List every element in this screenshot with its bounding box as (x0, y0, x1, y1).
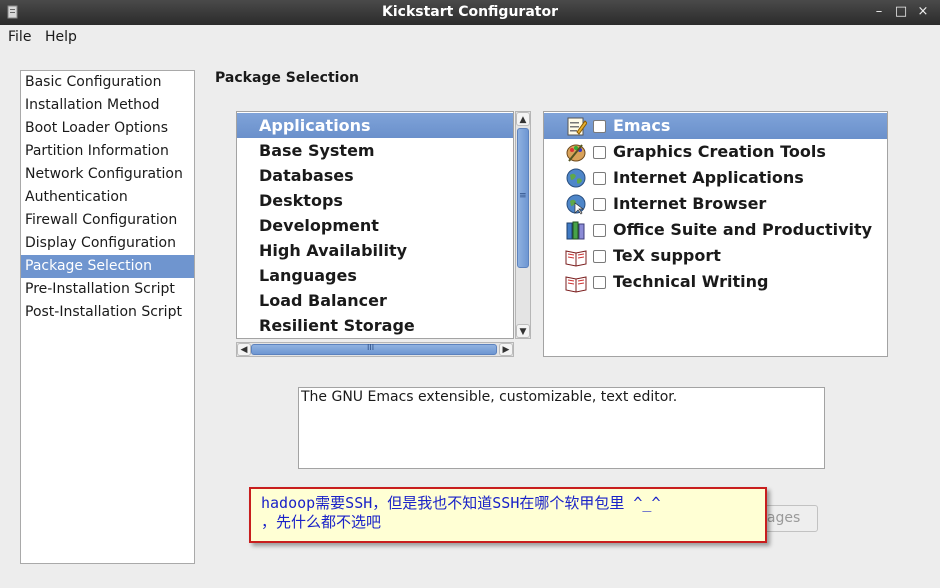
scroll-left-arrow-icon[interactable]: ◀ (237, 343, 251, 356)
minimize-button[interactable]: – (870, 3, 888, 21)
emacs-checkbox[interactable] (593, 120, 606, 133)
package-label: Internet Applications (613, 168, 804, 187)
tex-support-checkbox[interactable] (593, 250, 606, 263)
internet-applications-checkbox[interactable] (593, 172, 606, 185)
package-row-office-suite[interactable]: Office Suite and Productivity (544, 217, 887, 243)
menu-bar: File Help (0, 25, 940, 49)
menu-file[interactable]: File (8, 29, 31, 45)
nav-package-selection[interactable]: Package Selection (21, 255, 194, 278)
annotation-note: hadoop需要SSH，但是我也不知道SSH在哪个软甲包里 ^_^ ，先什么都不… (249, 487, 767, 543)
group-list-horizontal-scrollbar[interactable]: ◀ III ▶ (236, 342, 514, 357)
nav-authentication[interactable]: Authentication (21, 186, 194, 209)
nav-firewall-configuration[interactable]: Firewall Configuration (21, 209, 194, 232)
office-binders-icon (566, 221, 585, 240)
package-label: Emacs (613, 116, 671, 135)
package-row-internet-browser[interactable]: Internet Browser (544, 191, 887, 217)
book-icon (565, 276, 587, 293)
scroll-down-arrow-icon[interactable]: ▼ (516, 324, 530, 338)
nav-installation-method[interactable]: Installation Method (21, 94, 194, 117)
nav-network-configuration[interactable]: Network Configuration (21, 163, 194, 186)
group-resilient-storage[interactable]: Resilient Storage (237, 313, 513, 338)
group-applications[interactable]: Applications (237, 113, 513, 138)
group-databases[interactable]: Databases (237, 163, 513, 188)
menu-help[interactable]: Help (45, 29, 77, 45)
window-title: Kickstart Configurator (382, 4, 558, 20)
horizontal-scroll-thumb[interactable]: III (251, 343, 497, 355)
graphics-creation-tools-checkbox[interactable] (593, 146, 606, 159)
scroll-up-arrow-icon[interactable]: ▲ (516, 112, 530, 126)
nav-partition-information[interactable]: Partition Information (21, 140, 194, 163)
package-row-emacs[interactable]: Emacs (544, 113, 887, 139)
package-label: Graphics Creation Tools (613, 142, 826, 161)
package-label: Technical Writing (613, 272, 769, 291)
maximize-button[interactable]: □ (892, 3, 910, 21)
group-high-availability[interactable]: High Availability (237, 238, 513, 263)
package-list: Emacs Graphics Creation Tools Internet A… (543, 111, 888, 357)
scroll-right-arrow-icon[interactable]: ▶ (499, 343, 513, 356)
package-label: Internet Browser (613, 194, 767, 213)
nav-boot-loader-options[interactable]: Boot Loader Options (21, 117, 194, 140)
group-desktops[interactable]: Desktops (237, 188, 513, 213)
scroll-grip-icon: ≡ (519, 191, 527, 201)
technical-writing-checkbox[interactable] (593, 276, 606, 289)
book-icon (565, 250, 587, 267)
package-row-internet-applications[interactable]: Internet Applications (544, 165, 887, 191)
group-languages[interactable]: Languages (237, 263, 513, 288)
close-button[interactable]: × (914, 3, 932, 21)
vertical-scroll-thumb[interactable]: ≡ (517, 128, 529, 268)
package-row-technical-writing[interactable]: Technical Writing (544, 269, 887, 295)
internet-browser-checkbox[interactable] (593, 198, 606, 211)
package-description: The GNU Emacs extensible, customizable, … (298, 387, 825, 469)
globe-browser-icon (566, 194, 586, 215)
group-load-balancer[interactable]: Load Balancer (237, 288, 513, 313)
office-suite-checkbox[interactable] (593, 224, 606, 237)
group-list-vertical-scrollbar[interactable]: ▲ ≡ ▼ (515, 111, 531, 339)
group-base-system[interactable]: Base System (237, 138, 513, 163)
sidebar-nav: Basic Configuration Installation Method … (20, 70, 195, 564)
nav-basic-configuration[interactable]: Basic Configuration (21, 71, 194, 94)
package-row-tex-support[interactable]: TeX support (544, 243, 887, 269)
package-group-list: Applications Base System Databases Deskt… (236, 111, 514, 339)
text-editor-icon (567, 117, 587, 136)
globe-icon (566, 168, 586, 188)
paint-palette-icon (566, 144, 586, 162)
nav-display-configuration[interactable]: Display Configuration (21, 232, 194, 255)
section-title: Package Selection (215, 70, 360, 86)
title-bar: Kickstart Configurator – □ × (0, 0, 940, 25)
scroll-grip-icon: III (367, 343, 375, 352)
package-label: TeX support (613, 246, 721, 265)
nav-pre-installation-script[interactable]: Pre-Installation Script (21, 278, 194, 301)
package-label: Office Suite and Productivity (613, 220, 873, 239)
package-row-graphics-creation-tools[interactable]: Graphics Creation Tools (544, 139, 887, 165)
group-development[interactable]: Development (237, 213, 513, 238)
nav-post-installation-script[interactable]: Post-Installation Script (21, 301, 194, 324)
